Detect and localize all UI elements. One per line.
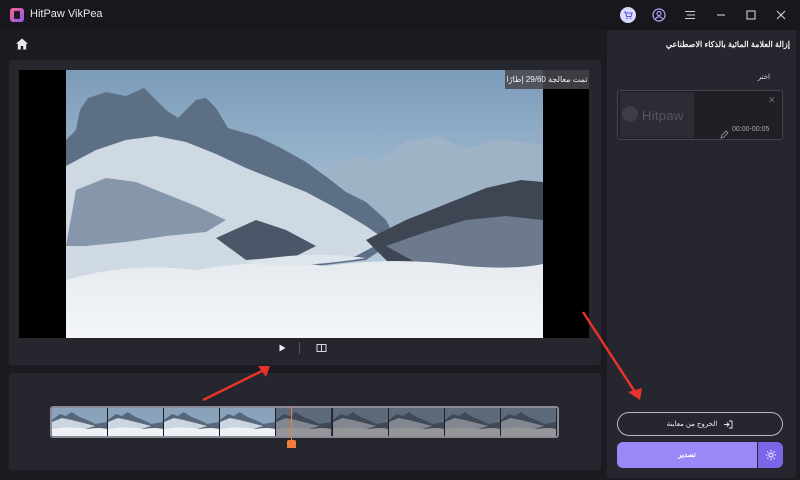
playhead[interactable] (291, 406, 292, 442)
timeline-thumbnail (164, 408, 221, 436)
menu-icon[interactable] (681, 6, 699, 24)
app-window: HitPaw VikPea تمت معالجة 29/60 إطارًا إز… (0, 0, 800, 480)
panel-title: إزالة العلامة المائية بالذكاء الاصطناعي (665, 40, 790, 49)
cart-icon[interactable] (620, 7, 636, 23)
export-settings-button[interactable] (758, 442, 783, 468)
exit-icon (724, 420, 733, 428)
exit-preview-label: الخروج من معاينة (666, 421, 718, 428)
processing-status-badge: تمت معالجة 29/60 إطارًا (505, 70, 589, 89)
user-icon[interactable] (650, 6, 668, 24)
clip-thumbnail: Hitpaw (620, 92, 694, 138)
timeline-thumbnail (332, 408, 389, 436)
watermark-logo-icon (622, 106, 638, 122)
clip-remove-icon[interactable]: ✕ (768, 95, 776, 106)
timeline-thumbnail (276, 408, 333, 436)
clip-thumb-text: Hitpaw (642, 107, 684, 123)
compare-view-button[interactable] (314, 341, 328, 355)
gear-icon (765, 449, 776, 461)
timeline-thumbnail (108, 408, 165, 436)
maximize-icon[interactable] (742, 6, 760, 24)
edit-icon[interactable] (720, 126, 729, 139)
app-title: HitPaw VikPea (30, 8, 103, 20)
close-icon[interactable] (772, 6, 790, 24)
controls-divider (299, 342, 300, 354)
clip-time-range: 00:00-00:05 (732, 126, 770, 133)
timeline-thumbnail (388, 408, 445, 436)
home-icon[interactable] (15, 37, 31, 53)
timeline-filmstrip[interactable] (50, 406, 559, 438)
video-frame (66, 70, 543, 338)
playhead-handle[interactable] (287, 440, 296, 448)
export-label: تصدير (678, 452, 696, 459)
title-bar: HitPaw VikPea (0, 0, 800, 30)
select-label: اختر (757, 74, 770, 81)
exit-preview-button[interactable]: الخروج من معاينة (617, 412, 783, 436)
timeline-thumbnail (444, 408, 501, 436)
compare-icon (316, 344, 326, 352)
app-logo-icon (10, 8, 24, 22)
timeline-thumbnail (500, 408, 557, 436)
export-button[interactable]: تصدير (617, 442, 757, 468)
timeline-thumbnail (220, 408, 277, 436)
timeline-thumbnail (52, 408, 109, 436)
play-button[interactable] (275, 341, 289, 355)
minimize-icon[interactable] (712, 6, 730, 24)
play-icon (279, 344, 286, 352)
